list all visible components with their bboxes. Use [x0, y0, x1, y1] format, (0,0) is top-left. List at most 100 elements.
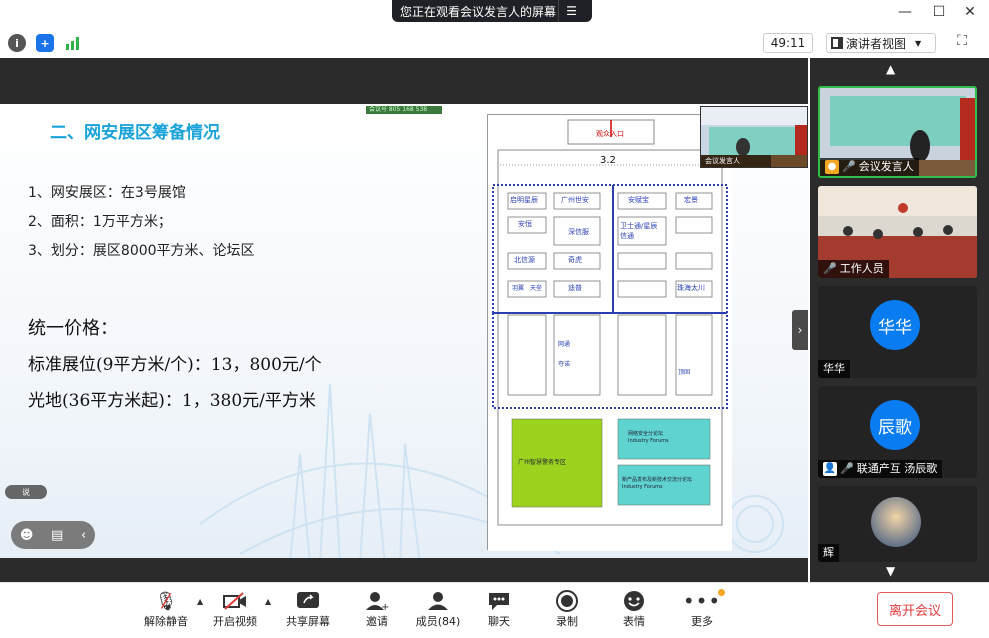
participant-name: 联通产互 汤辰歌	[856, 462, 938, 475]
top-bar: 您正在观看会议发言人的屏幕 ☰ — ☐ ✕	[0, 0, 989, 26]
chevron-down-icon: ▼	[915, 38, 922, 48]
view-label: 演讲者视图	[846, 36, 907, 51]
booth-label: 北信源	[514, 256, 535, 264]
close-button[interactable]: ✕	[960, 4, 980, 20]
members-button[interactable]: 成员(84)	[408, 589, 468, 629]
record-button[interactable]: 录制	[537, 589, 597, 629]
booth-label: 安赋宝	[628, 196, 649, 204]
zone-forum-1: 网络安全分论坛 Industry Forums	[628, 431, 669, 444]
emoji-icon	[621, 589, 647, 613]
emoji-icon[interactable]: ☻	[20, 528, 34, 543]
maximize-button[interactable]: ☐	[929, 4, 949, 20]
invite-button[interactable]: + 邀请	[347, 589, 407, 629]
minimize-button[interactable]: —	[895, 4, 915, 20]
layout-icon	[831, 37, 843, 49]
toolbar-label: 邀请	[366, 615, 388, 628]
chevron-left-icon[interactable]: ‹	[81, 528, 86, 543]
chat-icon	[486, 589, 512, 613]
tile-label: ● 🎤 会议发言人	[820, 158, 919, 176]
booth-label: 卫士通/星辰信通	[620, 222, 658, 240]
zone-forum-2: 新产品发布及新技术交流分论坛 Industry Forums	[622, 477, 693, 490]
meeting-info-bar: i + 49:11 演讲者视图 ▼ ⛶	[0, 30, 989, 56]
meeting-timer: 49:11	[763, 33, 813, 53]
booth-label: 广州世安	[561, 196, 589, 204]
mic-muted-icon: 🎙 ⁄	[154, 589, 178, 613]
floor-plan: 观众入口 3.2 启明星辰 广州世安 安赋宝 宏景 安恒 深信服 卫士通/星辰信…	[487, 114, 732, 551]
participant-name: 会议发言人	[858, 160, 914, 173]
slide-line-1: 1、网安展区：在3号展馆	[28, 185, 186, 201]
participant-name: 工作人员	[839, 262, 884, 275]
share-screen-button[interactable]: 共享屏幕	[278, 589, 338, 629]
shared-screen-area: 二、网安展区筹备情况 1、网安展区：在3号展馆 2、面积：1万平方米； 3、划分…	[0, 58, 808, 582]
tile-label: 🎤 工作人员	[818, 260, 889, 278]
booth-label: 顶固	[678, 369, 691, 376]
avatar: 辰歌	[870, 400, 920, 450]
toolbar-label: 解除静音	[144, 615, 188, 628]
avatar: 华华	[870, 300, 920, 350]
booth-label: 珠海太川	[677, 284, 705, 292]
tile-label: 👤 🎤 联通产互 汤辰歌	[818, 460, 943, 478]
video-off-icon	[222, 589, 248, 613]
invite-icon: +	[364, 589, 390, 613]
price-raw-space: 光地(36平方米起)：1，380元/平方米	[28, 391, 316, 411]
floorplan-entrance: 观众入口	[596, 130, 624, 138]
reaction-bar[interactable]: ☻ ▤ ‹	[11, 521, 95, 549]
info-icon[interactable]: i	[8, 34, 26, 52]
presentation-slide: 二、网安展区筹备情况 1、网安展区：在3号展馆 2、面积：1万平方米； 3、划分…	[0, 104, 808, 558]
booth-label: 天垒	[530, 285, 543, 292]
share-screen-icon	[295, 589, 321, 613]
booth-label: 迪普	[568, 284, 582, 292]
speaker-camera-inset[interactable]: 会议发言人	[700, 106, 808, 168]
toolbar-label: 表情	[623, 615, 645, 628]
more-icon: •••	[682, 589, 722, 613]
slide-line-2: 2、面积：1万平方米；	[28, 214, 172, 230]
speaker-view-dropdown[interactable]: 演讲者视图 ▼	[826, 33, 936, 53]
price-standard: 标准展位(9平方米/个)：13，800元/个	[28, 355, 322, 375]
mic-muted-icon: 🎤	[840, 462, 854, 475]
booth-label: 奇虎	[568, 256, 582, 264]
shield-icon[interactable]: +	[36, 34, 54, 52]
participant-tile[interactable]: 辰歌 👤 🎤 联通产互 汤辰歌	[818, 386, 977, 478]
participant-tile[interactable]: 🎤 工作人员	[818, 186, 977, 278]
members-icon	[425, 589, 451, 613]
chevron-up-icon[interactable]: ▲	[886, 62, 895, 76]
chevron-right-icon[interactable]: ›	[792, 310, 808, 350]
toolbar-label: 成员(84)	[415, 615, 461, 628]
chevron-up-icon[interactable]: ▲	[197, 597, 203, 606]
booth-label: 网通	[558, 341, 571, 348]
slide-line-3: 3、划分：展区8000平方米、论坛区	[28, 243, 255, 259]
record-icon	[554, 589, 580, 613]
zone-police: 广州智慧警务专区	[518, 459, 567, 466]
participant-tile[interactable]: 辉	[818, 486, 977, 562]
user-icon: 👤	[823, 462, 837, 476]
slide-title: 二、网安展区筹备情况	[50, 123, 220, 143]
start-video-button[interactable]: 开启视频	[205, 589, 265, 629]
signal-icon[interactable]	[64, 34, 82, 52]
meeting-id-badge: 会议号 805 168 538	[366, 106, 442, 114]
booth-label: 启明星辰	[510, 196, 538, 204]
booth-label: 深信服	[568, 228, 589, 236]
toolbar-label: 录制	[556, 615, 578, 628]
booth-label: 安恒	[518, 220, 532, 228]
toolbar-label: 共享屏幕	[286, 615, 330, 628]
tile-label: 辉	[818, 544, 839, 562]
participant-tile[interactable]: ● 🎤 会议发言人	[818, 86, 977, 178]
screen-sharing-indicator[interactable]: 您正在观看会议发言人的屏幕 ☰	[392, 0, 592, 22]
participant-tile[interactable]: 华华 华华	[818, 286, 977, 378]
floorplan-hall: 3.2	[600, 155, 616, 166]
chat-bubble-icon[interactable]: ▤	[51, 528, 63, 543]
sharing-text: 您正在观看会议发言人的屏幕	[400, 4, 557, 19]
chevron-up-icon[interactable]: ▲	[265, 597, 271, 606]
chat-chip[interactable]: 说	[5, 485, 47, 499]
booth-label: 宏景	[684, 196, 698, 204]
unmute-button[interactable]: 🎙 ⁄ 解除静音	[136, 589, 196, 629]
leave-meeting-button[interactable]: 离开会议	[877, 592, 953, 626]
chevron-down-icon[interactable]: ▼	[886, 564, 895, 578]
chat-button[interactable]: 聊天	[469, 589, 529, 629]
booth-label: 羽翼	[512, 285, 525, 292]
host-icon: ●	[825, 160, 839, 174]
fullscreen-icon[interactable]: ⛶	[952, 33, 972, 53]
inset-label: 会议发言人	[701, 155, 771, 167]
list-icon[interactable]: ☰	[558, 0, 584, 22]
emoji-button[interactable]: 表情	[604, 589, 664, 629]
